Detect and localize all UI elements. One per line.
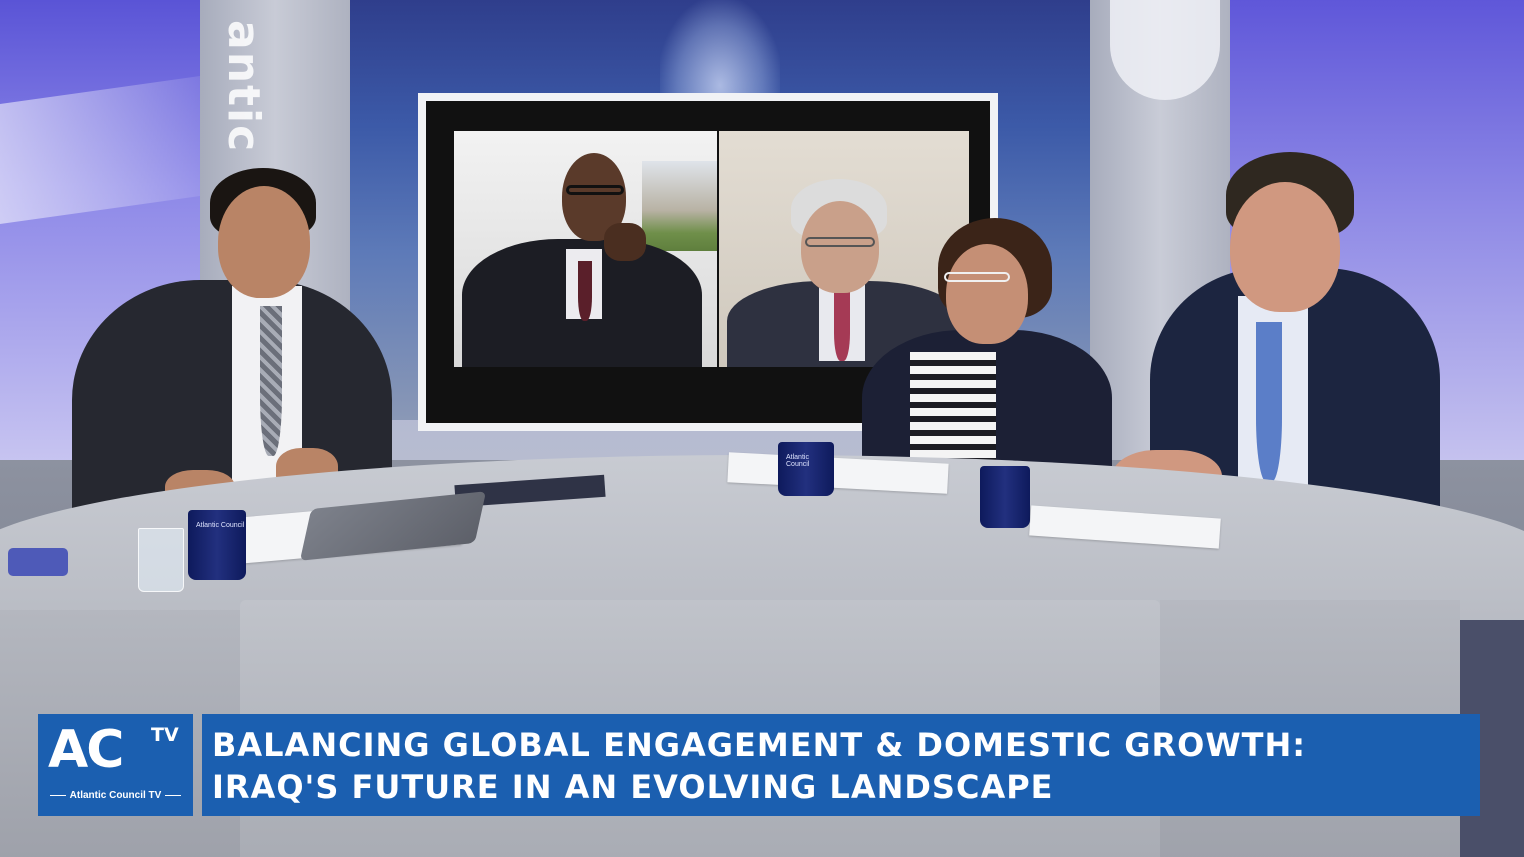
- broadcast-frame: antic C Atlantic Council Atlantic Counci…: [0, 0, 1524, 857]
- smartphone: [8, 548, 68, 576]
- logo-subtitle: Atlantic Council TV: [38, 790, 193, 801]
- mug-center: Atlantic Council: [778, 442, 834, 496]
- mug-label: Atlantic Council: [786, 454, 810, 468]
- segment-title-box: BALANCING GLOBAL ENGAGEMENT & DOMESTIC G…: [202, 714, 1480, 816]
- capitol-dome-backdrop: [660, 0, 780, 95]
- logo-ac-text: AC: [48, 720, 124, 780]
- campus-dome-background: [642, 161, 717, 251]
- remote-guest-feed-left: [454, 131, 717, 367]
- segment-title-line-2: IRAQ'S FUTURE IN AN EVOLVING LANDSCAPE: [212, 768, 1054, 806]
- logo-tv-text: TV: [151, 724, 179, 746]
- ac-tv-logo: AC TV Atlantic Council TV: [38, 714, 193, 816]
- remote-guest-feed-right: [719, 131, 969, 367]
- lower-third-banner: AC TV Atlantic Council TV BALANCING GLOB…: [38, 714, 1480, 816]
- mug-left: Atlantic Council: [188, 510, 246, 580]
- mug-right: [980, 466, 1030, 528]
- segment-title-line-1: BALANCING GLOBAL ENGAGEMENT & DOMESTIC G…: [212, 726, 1307, 764]
- water-glass: [138, 528, 184, 592]
- mug-label: Atlantic Council: [196, 522, 245, 529]
